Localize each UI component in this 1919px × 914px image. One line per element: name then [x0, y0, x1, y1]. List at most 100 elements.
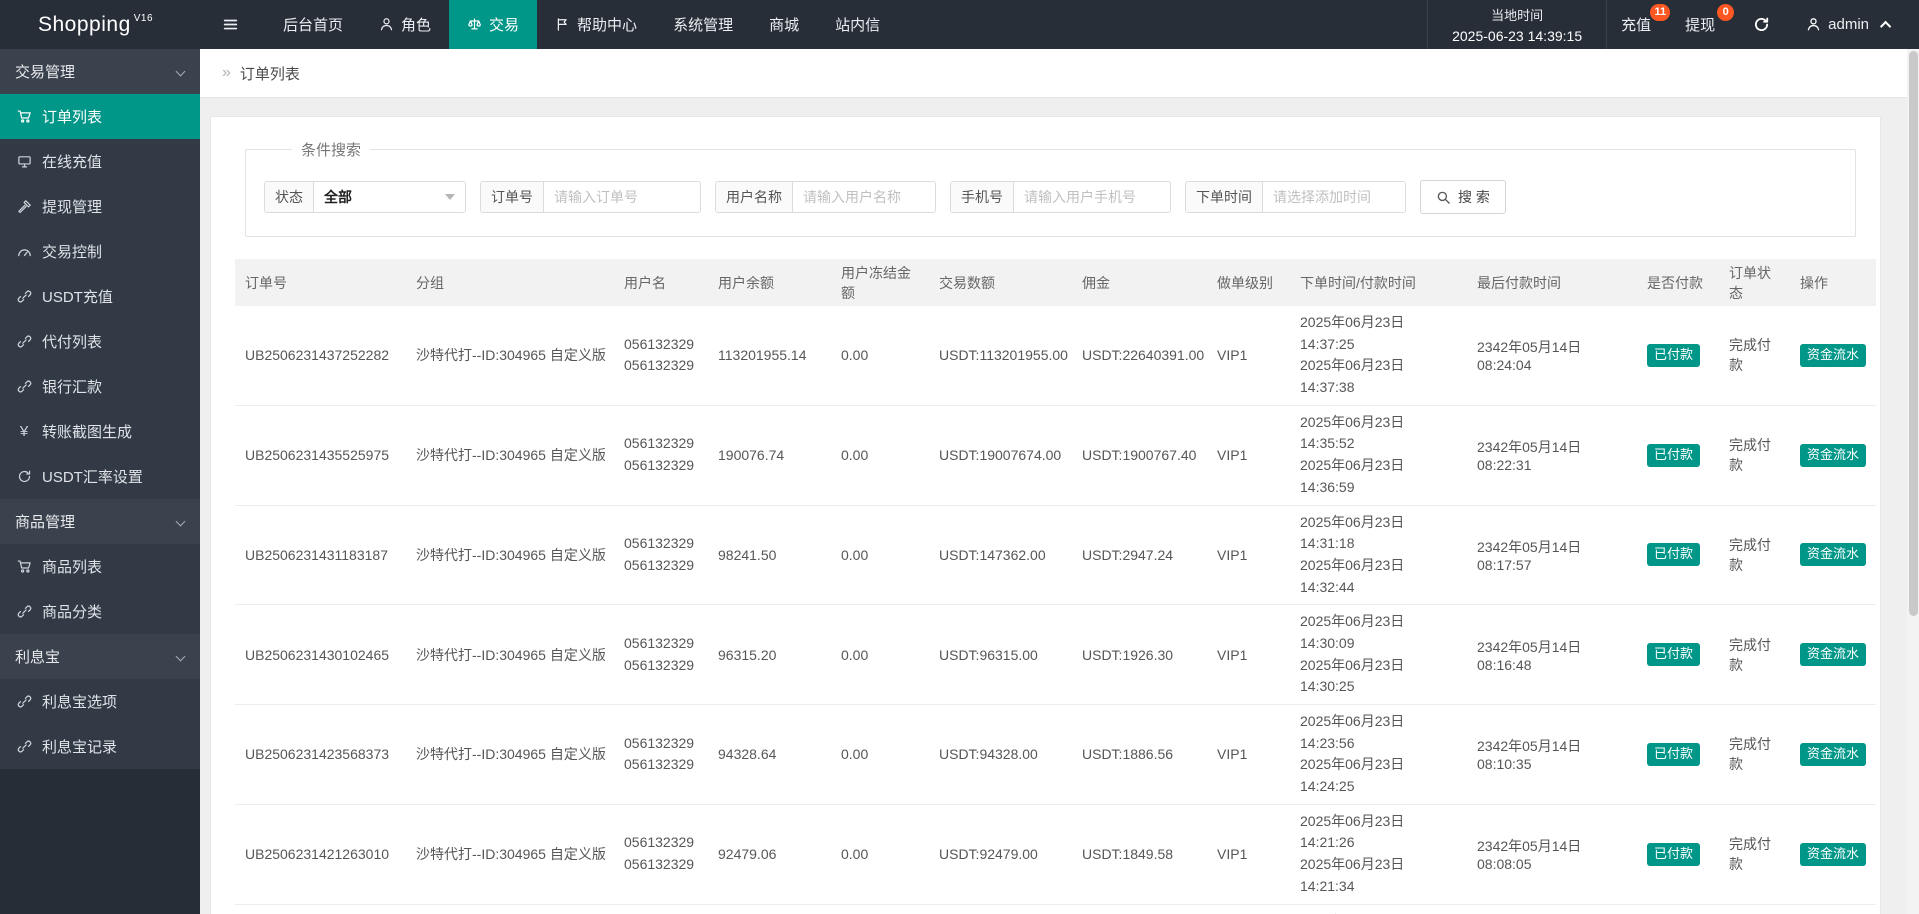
table-row: UB2506231423568373 沙特代打--ID:304965 自定义版 05… — [235, 704, 1876, 805]
cell-order-no: UB2506231421263010 — [235, 804, 406, 905]
cell-order-pay-time: 2025年06月23日 14:21:26 2025年06月23日 14:21:34 — [1290, 804, 1467, 905]
cell-commission: USDT:2947.24 — [1072, 505, 1207, 606]
cell-group: 沙特代打--ID:304965 自定义版 — [406, 904, 614, 914]
sidebar-group-商品管理[interactable]: 商品管理 — [0, 499, 200, 544]
cell-last-pay-time: 2342年05月14日 08:08:05 — [1467, 804, 1637, 905]
status-select[interactable]: 全部 — [314, 182, 465, 212]
sidebar-item-label: 在线充值 — [42, 154, 103, 171]
cell-action: 资金流水 — [1790, 804, 1876, 905]
column-header: 是否付款 — [1637, 259, 1719, 306]
chevron-down-icon — [175, 66, 186, 77]
sidebar-collapse-button[interactable] — [200, 0, 261, 49]
sidebar-item-label: 利息宝选项 — [42, 694, 118, 711]
page-scrollbar[interactable] — [1907, 49, 1919, 914]
cell-order-pay-time: 2025年06月23日 14:37:25 2025年06月23日 14:37:38 — [1290, 306, 1467, 406]
filter-order-time: 下单时间 — [1185, 181, 1406, 213]
content-card: 条件搜索 状态 全部 订单号 用户名称 — [210, 116, 1881, 914]
nav-item-系统管理[interactable]: 系统管理 — [655, 0, 751, 49]
sidebar-item-商品列表[interactable]: 商品列表 — [0, 544, 200, 589]
fund-flow-button[interactable]: 资金流水 — [1800, 443, 1867, 467]
order-no-input[interactable] — [544, 182, 700, 212]
nav-item-label: 系统管理 — [673, 17, 734, 34]
sidebar-group-交易管理[interactable]: 交易管理 — [0, 49, 200, 94]
phone-input[interactable] — [1014, 182, 1170, 212]
sidebar-item-利息宝记录[interactable]: 利息宝记录 — [0, 724, 200, 769]
nav-item-label: 站内信 — [835, 17, 881, 34]
fund-flow-button[interactable]: 资金流水 — [1800, 742, 1867, 766]
column-header: 订单号 — [235, 259, 406, 306]
sidebar-item-label: 订单列表 — [42, 109, 103, 126]
local-time-label: 当地时间 — [1491, 8, 1544, 23]
fund-flow-button[interactable]: 资金流水 — [1800, 643, 1867, 667]
sidebar-item-银行汇款[interactable]: 银行汇款 — [0, 364, 200, 409]
user-menu[interactable]: admin — [1788, 0, 1919, 49]
withdraw-nav-item[interactable]: 提现 0 — [1671, 0, 1735, 49]
cell-group: 沙特代打--ID:304965 自定义版 — [406, 505, 614, 606]
sidebar-item-在线充值[interactable]: 在线充值 — [0, 139, 200, 184]
column-header: 下单时间/付款时间 — [1290, 259, 1467, 306]
cell-level: VIP1 — [1207, 704, 1290, 805]
cell-paid: 已付款 — [1637, 704, 1719, 805]
scales-icon — [468, 18, 481, 30]
cell-last-pay-time: 2342年05月14日 08:24:04 — [1467, 306, 1637, 406]
nav-item-商城[interactable]: 商城 — [751, 0, 817, 49]
sidebar-item-label: 交易控制 — [42, 244, 103, 261]
fund-flow-button[interactable]: 资金流水 — [1800, 543, 1867, 567]
scrollbar-thumb[interactable] — [1908, 51, 1918, 616]
chevron-down-icon — [175, 651, 186, 662]
nav-item-角色[interactable]: 角色 — [361, 0, 449, 49]
sidebar-item-USDT汇率设置[interactable]: USDT汇率设置 — [0, 454, 200, 499]
cell-balance: 92479.06 — [708, 804, 831, 905]
order-time-input[interactable] — [1263, 182, 1405, 212]
sidebar-item-代付列表[interactable]: 代付列表 — [0, 319, 200, 364]
sidebar-group-利息宝[interactable]: 利息宝 — [0, 634, 200, 679]
local-time: 当地时间 2025-06-23 14:39:15 — [1427, 0, 1608, 49]
sidebar-item-转账截图生成[interactable]: ¥ 转账截图生成 — [0, 409, 200, 454]
search-icon — [1436, 190, 1451, 205]
user-icon — [1806, 17, 1821, 32]
logo-version: V16 — [133, 13, 154, 24]
search-button[interactable]: 搜 索 — [1420, 180, 1506, 214]
cell-order-pay-time: 2025年06月23日 14:30:09 2025年06月23日 14:30:25 — [1290, 604, 1467, 705]
sidebar-item-交易控制[interactable]: 交易控制 — [0, 229, 200, 274]
sidebar-item-USDT充值[interactable]: USDT充值 — [0, 274, 200, 319]
cell-last-pay-time: 2342年05月14日 08:17:57 — [1467, 505, 1637, 606]
cell-paid: 已付款 — [1637, 505, 1719, 606]
recharge-nav-item[interactable]: 充值 11 — [1607, 0, 1671, 49]
filter-username: 用户名称 — [715, 181, 936, 213]
nav-item-交易[interactable]: 交易 — [449, 0, 538, 49]
column-header: 用户冻结金额 — [831, 259, 929, 306]
nav-item-label: 角色 — [401, 17, 432, 34]
cell-username: 056132329056132329 — [614, 505, 708, 606]
cell-paid: 已付款 — [1637, 904, 1719, 914]
yen-icon: ¥ — [19, 423, 29, 440]
refresh-button[interactable] — [1735, 0, 1788, 49]
nav-item-帮助中心[interactable]: 帮助中心 — [537, 0, 655, 49]
sidebar-item-提现管理[interactable]: 提现管理 — [0, 184, 200, 229]
sidebar-item-订单列表[interactable]: 订单列表 — [0, 94, 200, 139]
nav-item-站内信[interactable]: 站内信 — [817, 0, 898, 49]
order-no-label: 订单号 — [481, 182, 544, 212]
fund-flow-button[interactable]: 资金流水 — [1800, 343, 1867, 367]
nav-item-后台首页[interactable]: 后台首页 — [265, 0, 361, 49]
cell-order-no: UB2506231430102465 — [235, 604, 406, 705]
cell-level: VIP1 — [1207, 804, 1290, 905]
column-header: 分组 — [406, 259, 614, 306]
username-input[interactable] — [793, 182, 935, 212]
cell-commission: USDT:1813.30 — [1072, 904, 1207, 914]
cell-order-pay-time: 2025年06月23日 14:31:18 2025年06月23日 14:32:44 — [1290, 505, 1467, 606]
cell-amount: USDT:96315.00 — [929, 604, 1072, 705]
cell-balance: 113201955.14 — [708, 306, 831, 406]
cell-username: 056132329056132329 — [614, 306, 708, 406]
cell-paid: 已付款 — [1637, 306, 1719, 406]
cell-order-status: 完成付款 — [1719, 306, 1790, 406]
cell-frozen: 0.00 — [831, 604, 929, 705]
sidebar-item-利息宝选项[interactable]: 利息宝选项 — [0, 679, 200, 724]
cell-last-pay-time: 2342年05月14日 08:16:48 — [1467, 604, 1637, 705]
app-logo[interactable]: Shopping V16 — [0, 0, 200, 49]
sidebar-item-商品分类[interactable]: 商品分类 — [0, 589, 200, 634]
link-icon — [17, 740, 31, 753]
hamburger-icon — [222, 16, 239, 33]
fund-flow-button[interactable]: 资金流水 — [1800, 842, 1867, 866]
cell-group: 沙特代打--ID:304965 自定义版 — [406, 604, 614, 705]
